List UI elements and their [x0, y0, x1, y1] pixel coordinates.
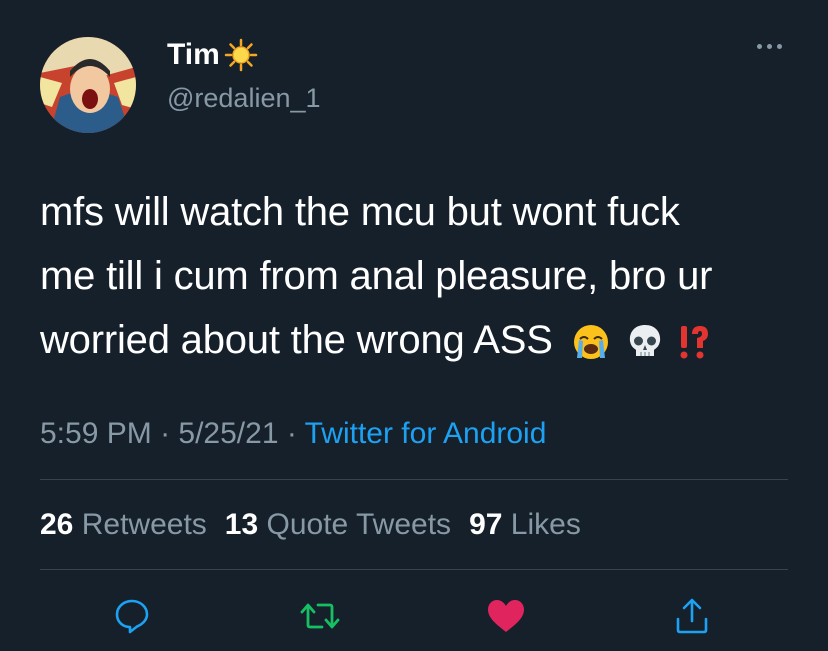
avatar[interactable]	[40, 37, 136, 133]
reply-button[interactable]	[112, 596, 152, 636]
tweet-line-text: worried about the wrong ASS	[40, 318, 553, 362]
retweet-icon	[300, 603, 340, 629]
avatar-image	[40, 37, 136, 133]
heart-icon	[488, 600, 524, 632]
likes-label: Likes	[510, 508, 581, 541]
likes-count: 97	[469, 508, 503, 541]
likes-stat[interactable]: 97 Likes	[469, 508, 581, 541]
skull-icon	[629, 325, 660, 357]
share-icon	[676, 598, 708, 634]
more-options-icon[interactable]	[757, 44, 782, 49]
tweet-source-link[interactable]: Twitter for Android	[305, 417, 547, 450]
user-handle[interactable]: @redalien_1	[167, 83, 321, 114]
tweet-line: worried about the wrong ASS	[40, 308, 800, 372]
tweet-meta: 5:59 PM · 5/25/21 · Twitter for Android	[40, 417, 546, 451]
sun-emoji-icon	[224, 38, 258, 72]
retweet-button[interactable]	[300, 596, 340, 636]
divider	[40, 479, 788, 480]
retweets-stat[interactable]: 26 Retweets	[40, 508, 207, 541]
tweet-date[interactable]: 5/25/21	[178, 417, 278, 450]
tweet-line: me till i cum from anal pleasure, bro ur	[40, 254, 713, 298]
retweets-label: Retweets	[81, 508, 207, 541]
loudly-crying-face-icon	[573, 325, 608, 360]
divider	[40, 569, 788, 570]
quotes-count: 13	[224, 508, 259, 541]
tweet-stats: 26 Retweets 13 Quote Tweets 97 Likes	[40, 508, 581, 542]
retweets-count: 26	[40, 508, 74, 541]
interrobang-icon	[680, 326, 708, 359]
quotes-stat[interactable]: 13 Quote Tweets	[225, 508, 451, 541]
display-name[interactable]: Tim	[167, 38, 220, 72]
meta-separator: ·	[278, 417, 305, 450]
share-button[interactable]	[672, 596, 712, 636]
like-button[interactable]	[486, 596, 526, 636]
tweet-actions	[0, 596, 828, 636]
tweet-text: mfs will watch the mcu but wont fuck me …	[40, 180, 800, 372]
meta-separator: ·	[151, 417, 179, 450]
tweet-line: mfs will watch the mcu but wont fuck	[40, 190, 680, 234]
quotes-label: Quote Tweets	[266, 508, 452, 541]
tweet-time[interactable]: 5:59 PM	[40, 417, 152, 450]
reply-icon	[115, 599, 149, 634]
name-row[interactable]: Tim	[167, 38, 258, 72]
